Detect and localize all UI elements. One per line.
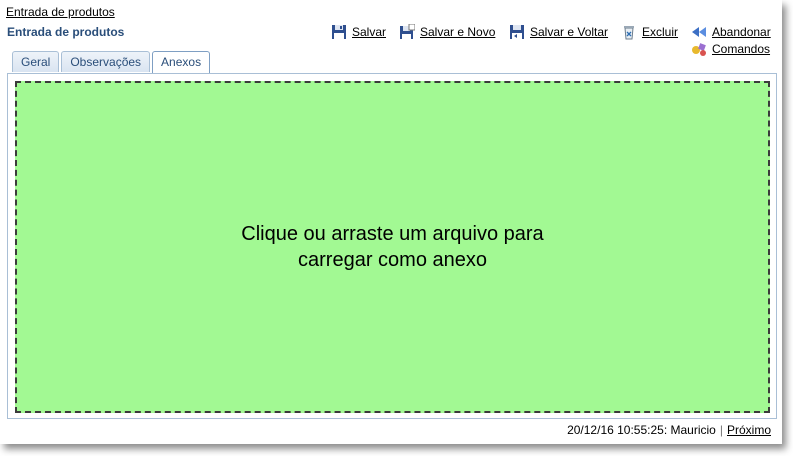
rewind-arrows-icon — [691, 24, 707, 40]
save-and-return-button[interactable]: Salvar e Voltar — [509, 24, 608, 40]
breadcrumb[interactable]: Entrada de produtos — [6, 5, 115, 19]
save-and-new-button[interactable]: Salvar e Novo — [399, 24, 495, 40]
save-and-new-label: Salvar e Novo — [420, 25, 496, 39]
floppy-disk-return-icon — [509, 24, 525, 40]
status-info: 20/12/16 10:55:25: Mauricio — [567, 423, 716, 437]
file-dropzone[interactable]: Clique ou arraste um arquivo para carreg… — [15, 81, 770, 413]
floppy-disk-new-icon — [399, 24, 415, 40]
window-frame: Entrada de produtos Entrada de produtos … — [0, 0, 782, 444]
next-link[interactable]: Próximo — [727, 423, 771, 437]
commands-label: Comandos — [712, 42, 771, 56]
status-bar: 20/12/16 10:55:25: Mauricio | Próximo — [567, 423, 771, 437]
floppy-disk-icon — [331, 24, 347, 40]
trash-icon — [621, 24, 637, 40]
attachments-panel: Clique ou arraste um arquivo para carreg… — [7, 73, 777, 419]
dropzone-line-2: carregar como anexo — [298, 249, 487, 271]
tab-geral[interactable]: Geral — [12, 51, 60, 72]
dropzone-line-1: Clique ou arraste um arquivo para — [241, 223, 544, 245]
save-and-return-label: Salvar e Voltar — [530, 25, 609, 39]
abandon-label: Abandonar — [712, 25, 771, 39]
commands-shapes-icon — [691, 41, 707, 57]
delete-button[interactable]: Excluir — [621, 24, 678, 40]
status-separator: | — [719, 423, 723, 437]
dropzone-text: Clique ou arraste um arquivo para carreg… — [213, 221, 573, 273]
tab-observacoes[interactable]: Observações — [61, 51, 151, 72]
page-title: Entrada de produtos — [7, 25, 125, 39]
commands-button[interactable]: Comandos — [691, 41, 770, 57]
delete-label: Excluir — [642, 25, 679, 39]
abandon-button[interactable]: Abandonar — [691, 24, 771, 40]
save-label: Salvar — [352, 25, 387, 39]
tab-bar: Geral Observações Anexos — [12, 51, 211, 74]
tab-anexos[interactable]: Anexos — [152, 51, 211, 74]
save-button[interactable]: Salvar — [331, 24, 386, 40]
